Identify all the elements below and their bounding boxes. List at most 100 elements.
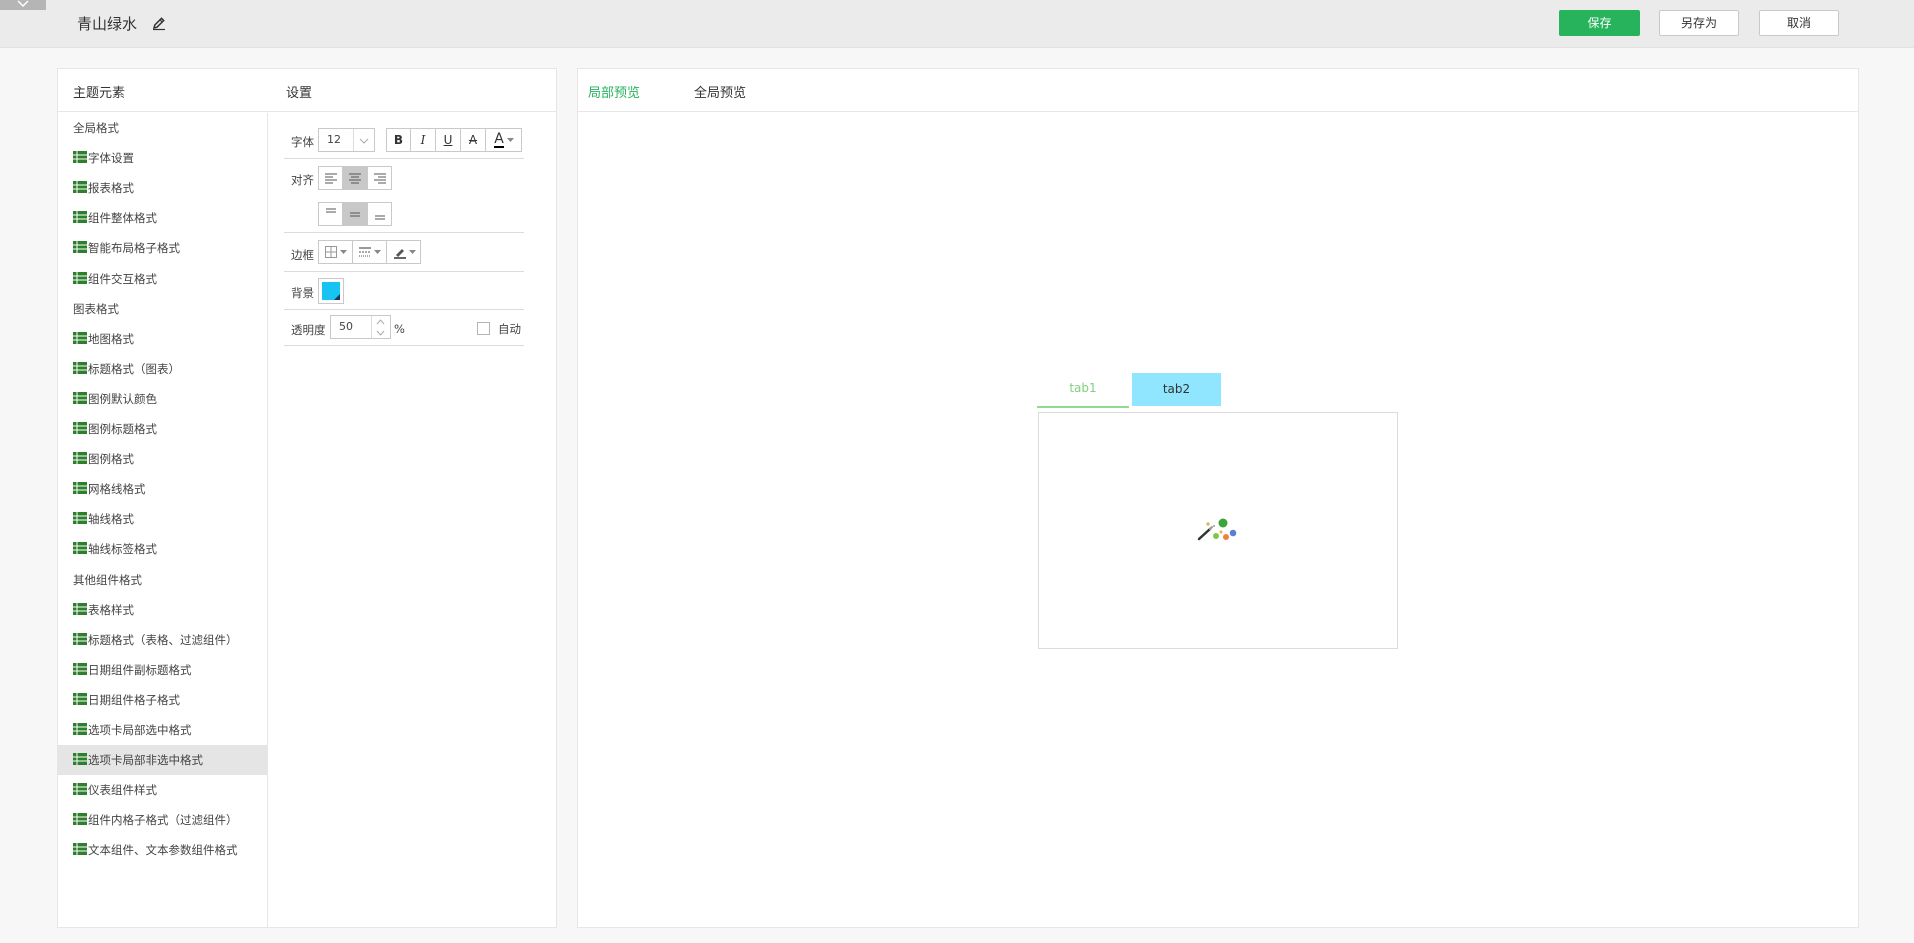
- tree-group[interactable]: 图表格式: [58, 294, 267, 324]
- tree-item[interactable]: 组件内格子格式（过滤组件）: [58, 805, 267, 835]
- grid-icon: [73, 181, 87, 194]
- grid-icon: [73, 542, 87, 555]
- border-grid-icon: [325, 246, 337, 258]
- tree-item-label: 表格样式: [88, 602, 134, 617]
- save-button[interactable]: 保存: [1559, 10, 1640, 36]
- tree-item[interactable]: 轴线格式: [58, 504, 267, 534]
- align-middle-button[interactable]: [343, 203, 368, 225]
- align-right-button[interactable]: [368, 167, 392, 189]
- italic-button[interactable]: I: [411, 129, 436, 151]
- caret-down-icon: [408, 249, 416, 254]
- underline-button[interactable]: U: [436, 129, 461, 151]
- tree-item-label: 全局格式: [73, 121, 119, 135]
- tree-item-label: 选项卡局部选中格式: [88, 723, 192, 737]
- auto-checkbox[interactable]: [477, 322, 490, 335]
- grid-icon: [73, 692, 87, 705]
- theme-elements-title: 主题元素: [73, 86, 126, 101]
- tree-item[interactable]: 标题格式（图表）: [58, 354, 267, 384]
- font-color-button[interactable]: A: [486, 129, 522, 151]
- grid-icon: [73, 361, 87, 374]
- sample-tab-2[interactable]: tab2: [1132, 373, 1221, 406]
- grid-icon: [73, 452, 87, 465]
- tree-item[interactable]: 日期组件副标题格式: [58, 655, 267, 685]
- tree-item[interactable]: 日期组件格子格式: [58, 685, 267, 715]
- tree-item-label: 轴线标签格式: [88, 542, 157, 557]
- font-size-select[interactable]: 12: [318, 128, 375, 152]
- tree-item[interactable]: 图例格式: [58, 444, 267, 474]
- tree-item[interactable]: 网格线格式: [58, 474, 267, 504]
- save-as-button[interactable]: 另存为: [1659, 10, 1739, 36]
- tree-item[interactable]: 报表格式: [58, 173, 267, 203]
- align-center-button[interactable]: [343, 167, 368, 189]
- tree-item-label: 选项卡局部非选中格式: [88, 753, 203, 768]
- magic-wand-icon: [1197, 518, 1237, 541]
- opacity-unit: %: [394, 322, 405, 336]
- tree-item-label: 图例格式: [88, 452, 134, 467]
- tree-item-label: 图表格式: [73, 301, 119, 316]
- tree-item[interactable]: 仪表组件样式: [58, 775, 267, 805]
- caret-down-icon: [340, 249, 347, 254]
- tree-item-label: 日期组件格子格式: [88, 692, 180, 707]
- corner-caret-icon: [334, 294, 340, 300]
- tree-item[interactable]: 标题格式（表格、过滤组件）: [58, 625, 267, 655]
- tree-item-label: 地图格式: [88, 331, 134, 346]
- edit-icon[interactable]: [151, 15, 167, 31]
- tree-group[interactable]: 全局格式: [58, 113, 267, 143]
- tree-item[interactable]: 图例标题格式: [58, 414, 267, 444]
- strikethrough-button[interactable]: A: [461, 129, 486, 151]
- tree-item-label: 日期组件副标题格式: [88, 662, 192, 677]
- tree-item-label: 网格线格式: [88, 482, 146, 497]
- border-tools: [318, 240, 421, 264]
- tree-item[interactable]: 选项卡局部选中格式: [58, 715, 267, 745]
- sample-tab-1[interactable]: tab1: [1037, 372, 1129, 408]
- chevron-down-icon: [359, 138, 369, 144]
- tree-item[interactable]: 选项卡局部非选中格式: [58, 745, 267, 776]
- collapse-toggle[interactable]: [0, 0, 46, 10]
- border-position-button[interactable]: [319, 241, 353, 263]
- tree-item[interactable]: 表格样式: [58, 595, 267, 625]
- tree-item[interactable]: 智能布局格子格式: [58, 233, 267, 263]
- align-label: 对齐: [291, 173, 314, 187]
- grid-icon: [73, 151, 87, 164]
- tree-item[interactable]: 文本组件、文本参数组件格式: [58, 835, 267, 865]
- tree-item[interactable]: 字体设置: [58, 143, 267, 173]
- opacity-stepper[interactable]: 50: [330, 315, 391, 339]
- tree-item[interactable]: 图例默认颜色: [58, 384, 267, 414]
- top-bar: 青山绿水 保存 另存为 取消: [0, 0, 1914, 48]
- tree-item-label: 仪表组件样式: [88, 783, 157, 798]
- grid-icon: [73, 271, 87, 284]
- tree-item-label: 图例默认颜色: [88, 391, 157, 406]
- tree-group[interactable]: 其他组件格式: [58, 565, 267, 595]
- align-top-button[interactable]: [319, 203, 343, 225]
- chevron-up-icon[interactable]: [376, 319, 385, 325]
- tree-item-label: 组件内格子格式（过滤组件）: [88, 813, 238, 828]
- border-color-button[interactable]: [387, 241, 421, 263]
- chevron-down-icon: [17, 0, 29, 8]
- align-left-button[interactable]: [319, 167, 343, 189]
- grid-icon: [73, 783, 87, 796]
- tab-local-preview[interactable]: 局部预览: [588, 82, 640, 101]
- grid-icon: [73, 422, 87, 434]
- tree-item-label: 标题格式（图表）: [88, 361, 180, 376]
- tree-item[interactable]: 组件交互格式: [58, 264, 267, 294]
- tab-global-preview[interactable]: 全局预览: [694, 82, 746, 101]
- background-label: 背景: [291, 286, 314, 300]
- bold-button[interactable]: B: [387, 129, 411, 151]
- tree-item[interactable]: 轴线标签格式: [58, 534, 267, 564]
- chevron-down-icon[interactable]: [376, 330, 385, 336]
- font-style-group: B I U A A: [386, 128, 522, 152]
- grid-icon: [73, 632, 87, 645]
- tree-item-label: 组件交互格式: [88, 271, 157, 286]
- border-style-button[interactable]: [353, 241, 387, 263]
- tree-item-label: 组件整体格式: [88, 211, 157, 226]
- background-color-picker[interactable]: [318, 278, 344, 304]
- horizontal-align-group: [318, 166, 392, 190]
- border-label: 边框: [291, 248, 314, 262]
- align-bottom-button[interactable]: [368, 203, 392, 225]
- tree-item[interactable]: 地图格式: [58, 324, 267, 354]
- grid-icon: [73, 723, 87, 735]
- cancel-button[interactable]: 取消: [1759, 10, 1839, 36]
- align-center-icon: [349, 173, 361, 184]
- align-middle-icon: [350, 212, 360, 217]
- tree-item[interactable]: 组件整体格式: [58, 203, 267, 233]
